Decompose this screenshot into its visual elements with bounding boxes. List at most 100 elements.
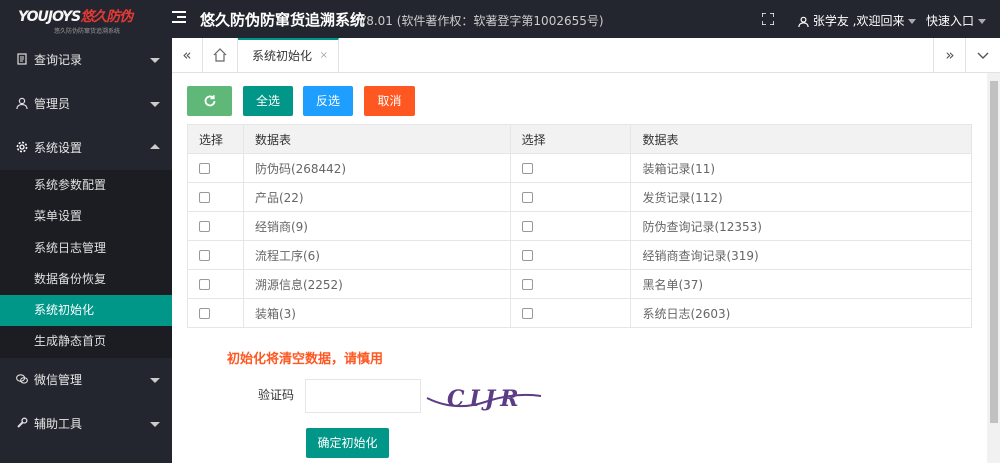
chevron-down-icon: [150, 58, 160, 63]
captcha-text: CIJR: [447, 386, 524, 412]
quick-entry-label: 快速入口: [926, 14, 975, 28]
sidebar-subitem-params[interactable]: 系统参数配置: [0, 170, 172, 201]
sidebar-subitem-menu[interactable]: 菜单设置: [0, 201, 172, 232]
table-name-cell: 流程工序(6): [242, 240, 511, 270]
tabs-scroll-left-icon[interactable]: «: [172, 38, 203, 72]
tab-home[interactable]: [203, 38, 238, 72]
wrench-icon: [17, 417, 28, 428]
data-tables-table: 选择 数据表 选择 数据表 防伪码(268442) 装箱记录(11) 产品(22…: [187, 124, 972, 328]
sidebar-item-tools[interactable]: 辅助工具: [0, 402, 172, 446]
row-checkbox[interactable]: [199, 192, 210, 203]
table-row: 防伪码(268442) 装箱记录(11): [187, 153, 972, 183]
user-icon: [16, 97, 28, 109]
sidebar-subitem-static[interactable]: 生成静态首页: [0, 326, 172, 357]
table-name-cell: 装箱记录(11): [630, 153, 972, 183]
sidebar-subitem-init[interactable]: 系统初始化: [0, 295, 172, 327]
column-header: 数据表: [630, 124, 972, 154]
top-bar: YOUJOYS悠久防伪 悠久防伪防窜货追溯系统 悠久防伪防窜货追溯系统 V8.0…: [0, 0, 1000, 38]
row-checkbox[interactable]: [521, 279, 533, 290]
row-checkbox[interactable]: [199, 221, 210, 232]
gear-icon: [16, 141, 28, 153]
sidebar-item-system-settings[interactable]: 系统设置: [0, 126, 172, 170]
fullscreen-icon[interactable]: [762, 13, 774, 25]
chevron-down-icon: [150, 377, 160, 383]
logo-brand: YOUJOYS: [18, 9, 81, 25]
row-checkbox[interactable]: [521, 221, 533, 232]
table-row: 经销商(9) 防伪查询记录(12353): [187, 211, 972, 241]
cancel-selection-button[interactable]: 取消: [364, 86, 415, 116]
table-name-cell: 装箱(3): [242, 298, 511, 328]
row-checkbox[interactable]: [199, 163, 210, 174]
row-checkbox[interactable]: [521, 192, 533, 203]
sidebar-item-label: 微信管理: [34, 372, 83, 387]
user-icon: [798, 16, 809, 27]
tab-system-init[interactable]: 系统初始化 ×: [238, 38, 339, 72]
logo-cn: 悠久防伪: [80, 9, 133, 25]
table-name-cell: 防伪码(268442): [242, 153, 511, 183]
sidebar-item-admin[interactable]: 管理员: [0, 82, 172, 126]
table-row: 溯源信息(2252) 黑名单(37): [187, 269, 972, 299]
table-name-cell: 发货记录(112): [630, 182, 972, 212]
tabs-menu-button[interactable]: [965, 38, 1000, 72]
confirm-init-button[interactable]: 确定初始化: [306, 428, 389, 458]
table-name-cell: 产品(22): [242, 182, 511, 212]
captcha-input[interactable]: [305, 379, 421, 413]
row-checkbox[interactable]: [199, 279, 210, 290]
sidebar: 查询记录 管理员 系统设置 系统参数配置 菜单设置 系统日志管理 数据备份恢复 …: [0, 38, 172, 463]
sidebar-item-label: 管理员: [34, 97, 71, 111]
table-name-cell: 系统日志(2603): [630, 298, 972, 328]
table-name-cell: 经销商(9): [242, 211, 511, 241]
row-checkbox[interactable]: [199, 308, 210, 319]
menu-toggle-icon[interactable]: [172, 11, 186, 25]
system-title: 悠久防伪防窜货追溯系统: [200, 11, 366, 29]
row-checkbox[interactable]: [199, 250, 210, 261]
table-name-cell: 溯源信息(2252): [242, 269, 511, 299]
chat-icon: [16, 374, 28, 384]
table-row: 流程工序(6) 经销商查询记录(319): [187, 240, 972, 270]
row-checkbox[interactable]: [521, 163, 533, 174]
refresh-icon: [204, 95, 215, 107]
main-content: 全选 反选 取消 选择 数据表 选择 数据表 防伪码(268442) 装箱记录(…: [172, 73, 987, 463]
table-name-cell: 经销商查询记录(319): [630, 240, 972, 270]
table-name-cell: 黑名单(37): [630, 269, 972, 299]
row-checkbox[interactable]: [521, 250, 533, 261]
sidebar-item-label: 辅助工具: [34, 416, 83, 431]
sidebar-item-wechat[interactable]: 微信管理: [0, 358, 172, 402]
table-name-cell: 防伪查询记录(12353): [630, 211, 972, 241]
table-row: 装箱(3) 系统日志(2603): [187, 298, 972, 328]
table-row: 产品(22) 发货记录(112): [187, 182, 972, 212]
sidebar-item-label: 系统设置: [34, 141, 83, 155]
user-menu[interactable]: 张学友 ,欢迎回来: [798, 12, 917, 29]
tabs-bar: « 系统初始化 × »: [172, 38, 1000, 73]
chevron-down-icon: [150, 421, 160, 427]
scrollbar-thumb[interactable]: [990, 81, 998, 423]
chevron-down-icon: [908, 19, 917, 24]
chevron-up-icon: [150, 144, 160, 149]
captcha-image[interactable]: CIJR: [425, 378, 543, 416]
invert-selection-button[interactable]: 反选: [303, 86, 353, 116]
tabs-scroll-right-icon[interactable]: »: [933, 38, 966, 72]
document-icon: [17, 53, 27, 65]
sidebar-subitem-backup[interactable]: 数据备份恢复: [0, 264, 172, 295]
logo-text: YOUJOYS悠久防伪: [18, 6, 133, 26]
logo-subtitle: 悠久防伪防窜货追溯系统: [54, 28, 121, 35]
scrollbar[interactable]: [988, 73, 1000, 463]
column-header: 选择: [187, 124, 244, 154]
chevron-down-icon: [978, 19, 987, 24]
sidebar-item-query-records[interactable]: 查询记录: [0, 38, 172, 82]
chevron-down-icon: [977, 52, 989, 59]
logo: YOUJOYS悠久防伪 悠久防伪防窜货追溯系统: [0, 0, 172, 38]
sidebar-subitem-logs[interactable]: 系统日志管理: [0, 233, 172, 264]
row-checkbox[interactable]: [521, 308, 533, 319]
select-all-button[interactable]: 全选: [243, 86, 293, 116]
system-version: V8.01 (软件著作权：软著登字第1002655号): [358, 14, 604, 28]
column-header: 选择: [509, 124, 632, 154]
column-header: 数据表: [242, 124, 511, 154]
home-icon: [213, 48, 227, 62]
captcha-label: 验证码: [258, 388, 295, 402]
refresh-button[interactable]: [187, 86, 232, 116]
quick-entry-menu[interactable]: 快速入口: [926, 12, 987, 29]
close-icon[interactable]: ×: [320, 40, 328, 72]
tab-label: 系统初始化: [252, 49, 313, 63]
chevron-down-icon: [150, 102, 160, 107]
